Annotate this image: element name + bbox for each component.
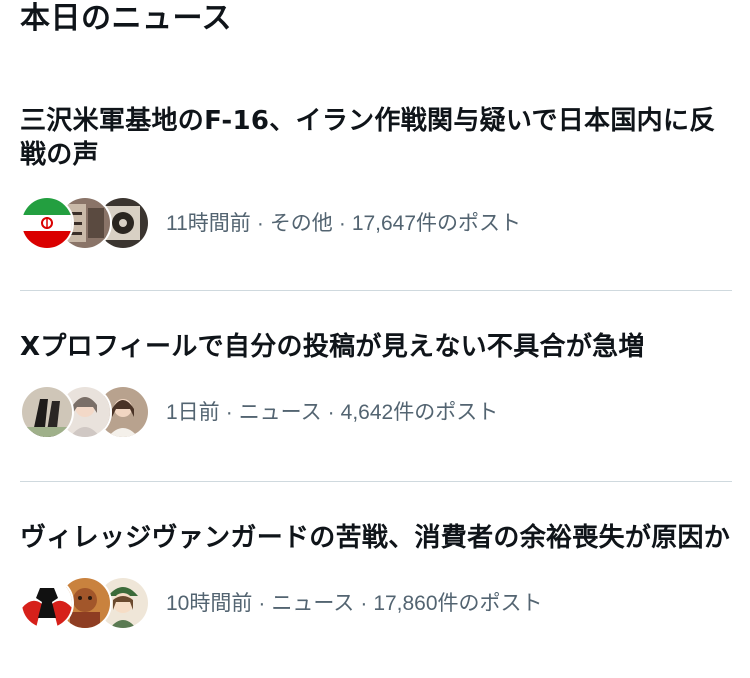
iran-flag-avatar xyxy=(20,196,74,250)
user-avatar xyxy=(20,576,74,630)
avatar-stack xyxy=(20,574,150,630)
news-item-2[interactable]: Xプロフィールで自分の投稿が見えない不具合が急増 1日前 · ニュース · 4,… xyxy=(20,330,732,439)
news-headline[interactable]: 三沢米軍基地のF-16、イラン作戦関与疑いで日本国内に反戦の声 xyxy=(20,104,732,172)
user-avatar xyxy=(20,385,74,439)
todays-news-title: 本日のニュース xyxy=(20,1,232,36)
avatar-stack xyxy=(20,383,150,439)
meta-separator: · xyxy=(258,592,266,615)
news-category: ニュース xyxy=(271,592,355,615)
news-headline[interactable]: ヴィレッジヴァンガードの苦戦、消費者の余裕喪失が原因か xyxy=(20,521,732,555)
news-post-count: 17,860件のポスト xyxy=(373,592,543,615)
news-meta-row: 11時間前 · その他 · 17,647件のポスト xyxy=(20,194,732,250)
meta-separator: · xyxy=(225,401,233,424)
news-meta-row: 10時間前 · ニュース · 17,860件のポスト xyxy=(20,574,732,630)
meta-separator: · xyxy=(338,212,346,235)
divider xyxy=(20,290,732,291)
avatar-stack xyxy=(20,194,150,250)
news-post-count: 17,647件のポスト xyxy=(351,212,522,235)
news-category: ニュース xyxy=(238,401,322,424)
news-meta: 10時間前 · ニュース · 17,860件のポスト xyxy=(166,587,543,617)
news-meta-row: 1日前 · ニュース · 4,642件のポスト xyxy=(20,383,732,439)
meta-separator: · xyxy=(256,212,264,235)
meta-separator: · xyxy=(327,401,335,424)
news-time: 11時間前 xyxy=(166,212,251,235)
news-time: 10時間前 xyxy=(166,592,253,615)
divider xyxy=(20,481,732,482)
news-category: その他 xyxy=(269,212,333,235)
news-item-3[interactable]: ヴィレッジヴァンガードの苦戦、消費者の余裕喪失が原因か 10時間前 · ニュース… xyxy=(20,521,732,630)
news-meta: 1日前 · ニュース · 4,642件のポスト xyxy=(166,396,498,426)
news-time: 1日前 xyxy=(166,401,220,424)
meta-separator: · xyxy=(360,592,368,615)
news-post-count: 4,642件のポスト xyxy=(340,401,499,424)
news-item-1[interactable]: 三沢米軍基地のF-16、イラン作戦関与疑いで日本国内に反戦の声 11時間前 · … xyxy=(20,104,732,250)
news-headline[interactable]: Xプロフィールで自分の投稿が見えない不具合が急増 xyxy=(20,330,732,364)
news-meta: 11時間前 · その他 · 17,647件のポスト xyxy=(166,207,521,237)
